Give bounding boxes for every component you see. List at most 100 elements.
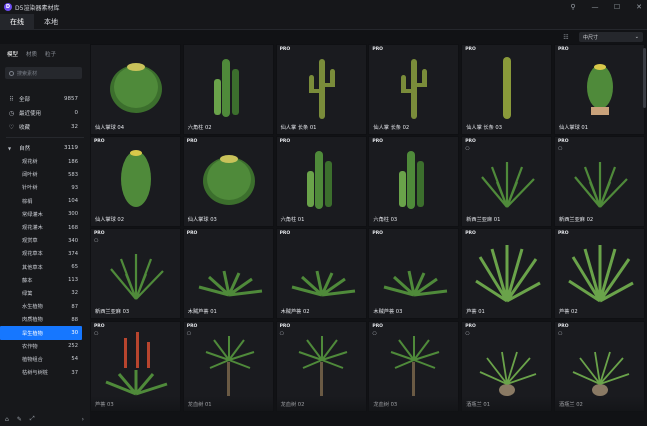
asset-card[interactable]: PRO 木贼芦荟 01: [182, 228, 274, 320]
asset-thumbnail: [291, 271, 355, 297]
subcategory-count: 104: [68, 198, 78, 205]
subcategory-item[interactable]: 水生植物 87: [0, 300, 90, 313]
asset-thumbnail: [198, 271, 262, 297]
pro-badge: PRO: [465, 139, 476, 145]
asset-card[interactable]: PRO 仙人掌 长条 02: [368, 44, 460, 135]
asset-card[interactable]: PRO 仙人掌 长条 01: [275, 44, 367, 135]
close-icon[interactable]: ✕: [635, 0, 643, 14]
sidebar-item-count: 9857: [64, 96, 78, 102]
subcategory-item[interactable]: 旱生植物 30: [0, 326, 82, 340]
subcategory-count: 54: [71, 356, 78, 363]
category-nature[interactable]: ▼ 自然 3119: [0, 141, 90, 155]
subcategory-item[interactable]: 观赏草 340: [0, 234, 90, 247]
sidebar: 模型 材质 粒子 搜索素材 ⠿ 全部 9857 ◷ 最近使用 0 ♡ 收藏 32 ▼ 自然 3119 观花树…: [0, 44, 90, 426]
expand-icon[interactable]: ⤢: [30, 415, 35, 423]
subcategory-item[interactable]: 枯树与树桩 37: [0, 366, 90, 379]
title-bar: D D5渲染器素材库 ⚲ — ☐ ✕: [0, 0, 647, 14]
app-title: D5渲染器素材库: [15, 4, 60, 12]
subcategory-label: 枯树与树桩: [22, 370, 48, 377]
minimize-icon[interactable]: —: [591, 0, 599, 14]
subcategory-label: 绿篱: [22, 290, 33, 297]
edit-icon[interactable]: ✎: [17, 416, 22, 423]
subcategory-item[interactable]: 阔叶树 583: [0, 168, 90, 181]
sidebar-item-grid[interactable]: ⠿ 全部 9857: [0, 92, 90, 106]
subcategory-label: 观花树: [22, 159, 38, 166]
scrollbar[interactable]: [643, 48, 646, 108]
asset-card[interactable]: PRO 仙人掌球 01: [554, 44, 645, 135]
maximize-icon[interactable]: ☐: [613, 0, 621, 14]
subcategory-count: 93: [71, 184, 78, 191]
subcategory-count: 252: [68, 343, 78, 350]
subcategory-item[interactable]: 观花草本 374: [0, 247, 90, 260]
pro-badge: PRO: [94, 231, 105, 237]
category-list: ⠿ 全部 9857 ◷ 最近使用 0 ♡ 收藏 32 ▼ 自然 3119 观花树 186 阔叶树 583 针叶树…: [0, 92, 90, 379]
pin-icon[interactable]: ⚲: [569, 0, 577, 14]
window-controls: ⚲ — ☐ ✕: [569, 0, 643, 14]
pro-badge: PRO: [465, 47, 476, 52]
chevron-right-icon[interactable]: ›: [82, 416, 84, 423]
asset-card[interactable]: PRO 六角柱 01: [275, 136, 367, 228]
search-input[interactable]: 搜索素材: [5, 67, 82, 79]
subcategory-item[interactable]: 农作物 252: [0, 340, 90, 353]
asset-name: 芦荟 02: [559, 309, 578, 316]
asset-type-tabs: 模型 材质 粒子: [0, 44, 90, 58]
asset-card[interactable]: PRO 六角柱 03: [368, 136, 460, 228]
chevron-down-icon: ⌄: [634, 34, 639, 40]
subcategory-item[interactable]: 常绿灌木 300: [0, 208, 90, 221]
subcategory-item[interactable]: 观花灌木 168: [0, 221, 90, 234]
asset-thumbnail: [479, 351, 537, 396]
asset-name: 六角柱 01: [280, 217, 305, 224]
sidebar-item-history[interactable]: ◷ 最近使用 0: [0, 106, 90, 120]
thumbnail-size-select[interactable]: 中尺寸 ⌄: [579, 32, 643, 42]
subtab-1[interactable]: 材质: [26, 50, 37, 58]
asset-name: 仙人掌球 04: [95, 125, 124, 131]
subcategory-item[interactable]: 植物组合 54: [0, 353, 90, 366]
subcategory-item[interactable]: 肉质植物 88: [0, 313, 90, 326]
layout-toggle-icon[interactable]: ☷: [561, 32, 571, 42]
tag-icon[interactable]: ⌂: [5, 416, 9, 423]
subcategory-item[interactable]: 针叶树 93: [0, 181, 90, 194]
sidebar-item-heart[interactable]: ♡ 收藏 32: [0, 120, 90, 134]
subtab-0[interactable]: 模型: [7, 50, 18, 58]
subcategory-count: 168: [68, 224, 78, 231]
asset-card[interactable]: PRO 芦荟 02: [554, 228, 645, 320]
subcategory-label: 肉质植物: [22, 317, 43, 324]
asset-card[interactable]: PRO ⎔ 新西兰亚麻 03: [90, 228, 181, 320]
asset-card[interactable]: PRO 木贼芦荟 02: [275, 228, 367, 320]
asset-card[interactable]: PRO 芦荟 01: [461, 228, 553, 320]
asset-card[interactable]: PRO 仙人掌球 02: [90, 136, 181, 228]
tab-0[interactable]: 在线: [0, 14, 34, 30]
asset-thumbnail: [568, 245, 634, 303]
subcategory-label: 观花灌木: [22, 225, 43, 232]
asset-thumbnail: [213, 59, 239, 117]
subcategory-item[interactable]: 观花树 186: [0, 155, 90, 168]
subcategory-item[interactable]: 其他草本 65: [0, 261, 90, 274]
asset-name: 仙人掌 长条 03: [466, 125, 503, 131]
asset-card[interactable]: PRO 仙人掌球 03: [182, 136, 274, 228]
asset-card[interactable]: PRO 木贼芦荟 03: [368, 228, 460, 320]
pro-badge: PRO: [372, 231, 383, 237]
download-cloud-icon: ⎔: [465, 330, 470, 337]
asset-card[interactable]: 六角柱 02: [182, 44, 274, 135]
subcategory-label: 其他草本: [22, 264, 43, 271]
subtab-2[interactable]: 粒子: [45, 50, 56, 58]
tab-1[interactable]: 本地: [34, 14, 68, 30]
asset-card[interactable]: PRO ⎔ 新西兰亚麻 01: [461, 136, 553, 228]
subcategory-item[interactable]: 棕榈 104: [0, 195, 90, 208]
download-cloud-icon: ⎔: [186, 330, 192, 337]
pro-badge: PRO: [558, 139, 569, 145]
subcategory-count: 30: [71, 330, 78, 337]
subcategory-count: 583: [68, 171, 78, 178]
asset-card[interactable]: PRO ⎔ 新西兰亚麻 02: [554, 136, 645, 228]
asset-thumbnail: [574, 162, 628, 208]
subcategory-item[interactable]: 绿篱 32: [0, 287, 90, 300]
pro-badge: PRO: [94, 139, 105, 145]
bottom-fade: [90, 396, 647, 416]
asset-name: 仙人掌球 01: [559, 125, 588, 131]
pro-badge: PRO: [186, 231, 198, 237]
subcategory-item[interactable]: 藤本 113: [0, 274, 90, 287]
history-icon: ◷: [8, 109, 15, 117]
asset-card[interactable]: PRO 仙人掌 长条 03: [461, 44, 553, 135]
asset-card[interactable]: 仙人掌球 04: [90, 44, 181, 135]
subcategory-label: 藤本: [22, 277, 33, 284]
